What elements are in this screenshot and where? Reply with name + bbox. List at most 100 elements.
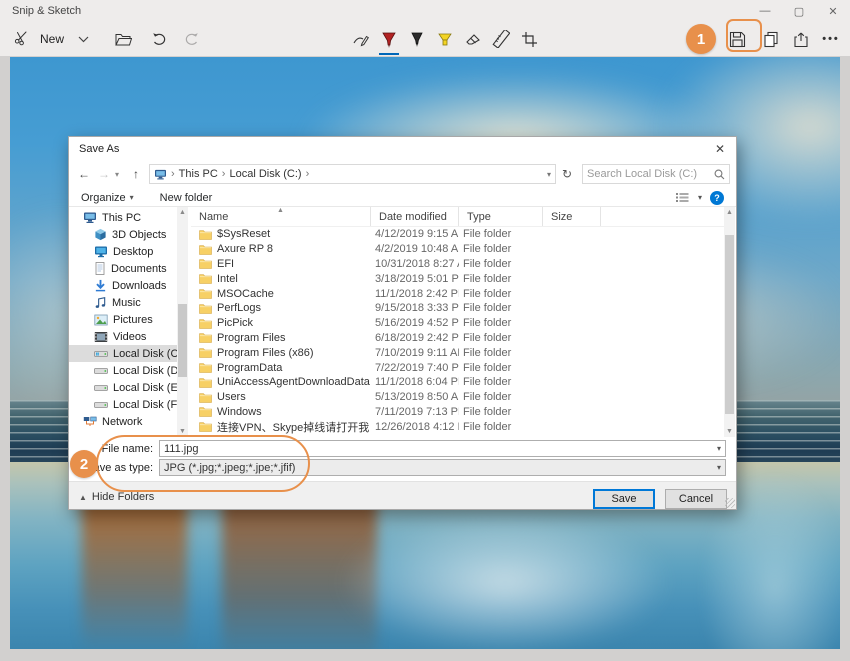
file-row[interactable]: PerfLogs 9/15/2018 3:33 PM File folder	[191, 301, 724, 316]
sidebar-item[interactable]: Videos	[69, 328, 177, 345]
sidebar-item-label: Pictures	[113, 314, 153, 326]
scroll-up-icon[interactable]: ▲	[724, 207, 735, 218]
file-row[interactable]: EFI 10/31/2018 8:27 AM File folder	[191, 257, 724, 272]
file-row[interactable]: 连接VPN、Skype掉线请打开我 12/26/2018 4:12 PM Fil…	[191, 419, 724, 434]
hide-folders-button[interactable]: ▲ Hide Folders	[79, 491, 154, 503]
close-button[interactable]: ✕	[816, 0, 850, 22]
file-date-modified: 3/18/2019 5:01 PM	[371, 273, 459, 285]
sidebar-item-label: Documents	[111, 263, 167, 275]
file-row[interactable]: Program Files 6/18/2019 2:42 PM File fol…	[191, 331, 724, 346]
file-row[interactable]: MSOCache 11/1/2018 2:42 PM File folder	[191, 286, 724, 301]
file-list-scrollbar[interactable]: ▲ ▼	[724, 207, 735, 437]
file-row[interactable]: ProgramData 7/22/2019 7:40 PM File folde…	[191, 360, 724, 375]
dialog-close-button[interactable]: ✕	[710, 140, 730, 158]
cancel-button[interactable]: Cancel	[665, 489, 727, 509]
new-button-label[interactable]: New	[40, 32, 64, 46]
sidebar-item[interactable]: Desktop	[69, 243, 177, 260]
share-button[interactable]	[788, 25, 814, 53]
new-snip-dropdown[interactable]	[70, 25, 96, 53]
back-button[interactable]: ←	[75, 167, 93, 181]
chevron-down-icon[interactable]: ▾	[717, 444, 721, 453]
help-button[interactable]: ?	[710, 191, 724, 205]
window-title: Snip & Sketch	[12, 5, 81, 17]
pencil-button[interactable]	[404, 25, 430, 53]
file-row[interactable]: Intel 3/18/2019 5:01 PM File folder	[191, 271, 724, 286]
save-confirm-button[interactable]: Save	[593, 489, 655, 509]
view-options-icon[interactable]	[675, 192, 690, 203]
sidebar-item[interactable]: 3D Objects	[69, 226, 177, 243]
file-row[interactable]: UniAccessAgentDownloadData 11/1/2018 6:0…	[191, 375, 724, 390]
drive-icon	[94, 383, 108, 393]
sidebar-item[interactable]: Local Disk (E:)	[69, 379, 177, 396]
scrollbar-thumb[interactable]	[178, 304, 187, 378]
ballpoint-pen-button[interactable]	[376, 25, 402, 53]
scroll-up-icon[interactable]: ▲	[177, 207, 188, 218]
address-bar: ← → ▾ ↑ › This PC › Local Disk (C:) › ▾ …	[69, 161, 736, 187]
sidebar-scrollbar[interactable]: ▲ ▼	[177, 207, 188, 437]
chevron-down-icon	[78, 36, 89, 43]
ruler-button[interactable]	[488, 25, 514, 53]
column-header-size[interactable]: Size	[543, 207, 601, 226]
file-row[interactable]: Windows 7/11/2019 7:13 PM File folder	[191, 405, 724, 420]
resize-grip[interactable]	[725, 498, 735, 508]
sidebar-item[interactable]: Local Disk (D:)	[69, 362, 177, 379]
file-row[interactable]: Users 5/13/2019 8:50 AM File folder	[191, 390, 724, 405]
breadcrumb[interactable]: › This PC › Local Disk (C:) › ▾	[149, 164, 556, 184]
organize-label: Organize	[81, 192, 126, 204]
canvas-area: Save As ✕ ← → ▾ ↑ › This PC › Local Disk…	[0, 56, 850, 661]
new-snip-button[interactable]	[8, 25, 34, 53]
crop-button[interactable]	[516, 25, 542, 53]
crumb-local-disk-c[interactable]: Local Disk (C:)	[229, 168, 301, 180]
undo-button[interactable]	[146, 25, 172, 53]
touch-writing-button[interactable]	[348, 25, 374, 53]
column-header-date-modified[interactable]: Date modified	[371, 207, 459, 226]
more-options-button[interactable]: •••	[818, 25, 844, 53]
file-row[interactable]: PicPick 5/16/2019 4:52 PM File folder	[191, 316, 724, 331]
file-date-modified: 10/31/2018 8:27 AM	[371, 258, 459, 270]
scrollbar-thumb[interactable]	[725, 235, 734, 414]
forward-button[interactable]: →	[95, 167, 113, 181]
file-row[interactable]: Axure RP 8 4/2/2019 10:48 AM File folder	[191, 242, 724, 257]
view-options-dropdown[interactable]: ▾	[698, 193, 702, 202]
chevron-down-icon[interactable]: ▾	[717, 463, 721, 472]
crumb-this-pc[interactable]: This PC	[179, 168, 218, 180]
file-type: File folder	[459, 406, 543, 418]
file-date-modified: 6/18/2019 2:42 PM	[371, 332, 459, 344]
sidebar-item[interactable]: This PC	[69, 209, 177, 226]
open-file-button[interactable]	[110, 25, 136, 53]
scissors-icon	[13, 29, 30, 49]
highlighter-button[interactable]	[432, 25, 458, 53]
file-row[interactable]: Program Files (x86) 7/10/2019 9:11 AM Fi…	[191, 345, 724, 360]
sidebar-item-label: Local Disk (E:)	[113, 382, 177, 394]
organize-menu[interactable]: Organize ▾	[81, 192, 134, 204]
file-name: Intel	[217, 273, 238, 285]
command-bar-right: ▾ ?	[675, 191, 724, 205]
address-dropdown-chevron[interactable]: ▾	[547, 170, 551, 179]
column-header-type[interactable]: Type	[459, 207, 543, 226]
refresh-button[interactable]: ↻	[558, 167, 576, 181]
sidebar-item[interactable]: Music	[69, 294, 177, 311]
sidebar-item[interactable]: Downloads	[69, 277, 177, 294]
up-button[interactable]: ↑	[127, 167, 145, 181]
file-type: File folder	[459, 288, 543, 300]
chevron-up-icon: ▲	[79, 493, 87, 502]
desktop-icon	[94, 245, 108, 258]
search-box[interactable]: Search Local Disk (C:)	[582, 164, 730, 184]
sidebar-item[interactable]: Network	[69, 413, 177, 430]
eraser-button[interactable]	[460, 25, 486, 53]
file-row[interactable]: $SysReset 4/12/2019 9:15 AM File folder	[191, 227, 724, 242]
maximize-button[interactable]: ▢	[782, 0, 816, 22]
sidebar-item[interactable]: Local Disk (F:)	[69, 396, 177, 413]
redo-button[interactable]	[178, 25, 204, 53]
sidebar-item[interactable]: Documents	[69, 260, 177, 277]
file-type: File folder	[459, 391, 543, 403]
open-folder-icon	[115, 33, 132, 46]
scroll-down-icon[interactable]: ▼	[724, 426, 735, 437]
computer-icon	[83, 211, 97, 224]
new-folder-button[interactable]: New folder	[160, 192, 213, 204]
recent-locations-dropdown[interactable]: ▾	[115, 170, 125, 179]
sidebar-item[interactable]: Local Disk (C:)	[69, 345, 177, 362]
column-header-name[interactable]: ▲ Name	[191, 207, 371, 226]
file-type: File folder	[459, 347, 543, 359]
sidebar-item[interactable]: Pictures	[69, 311, 177, 328]
